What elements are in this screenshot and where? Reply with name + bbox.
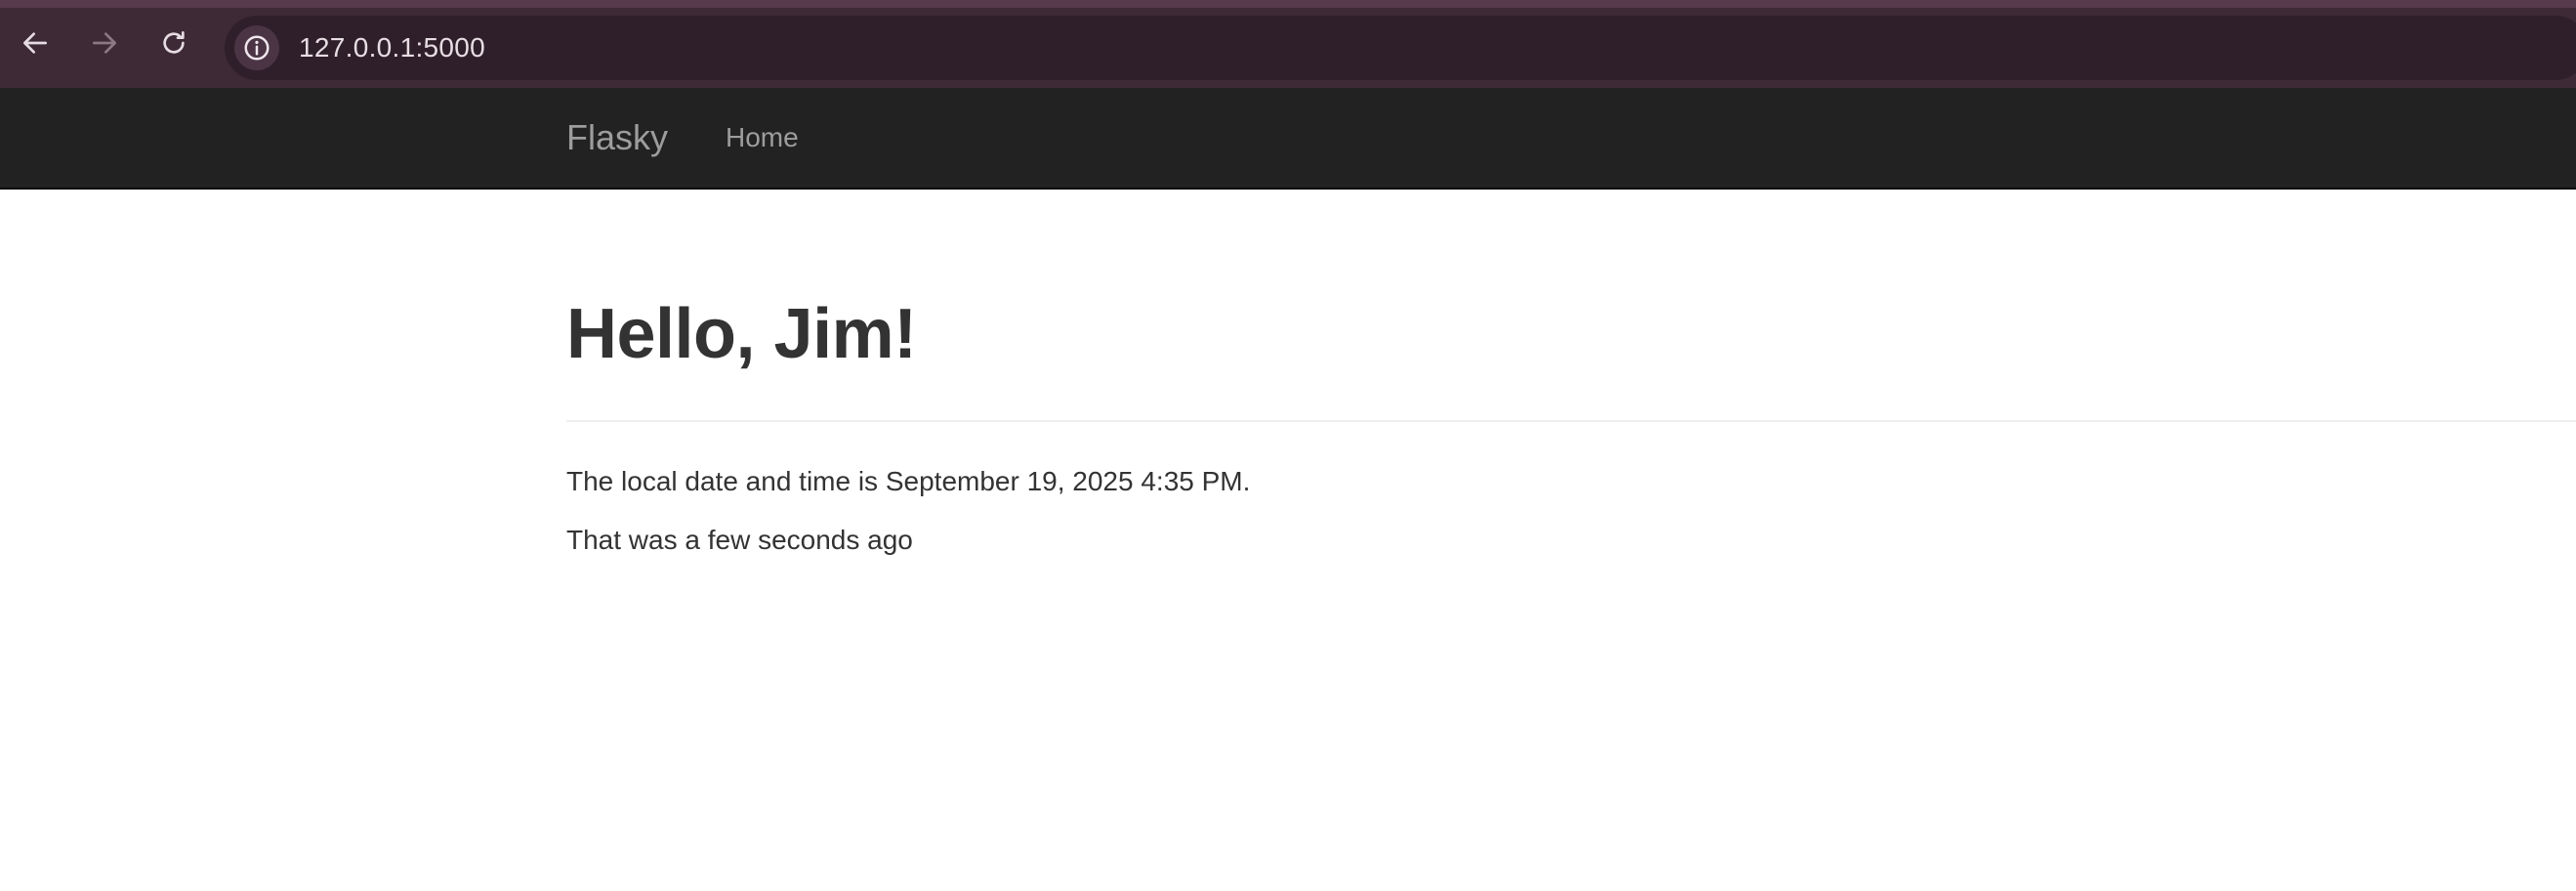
relative-time-text: That was a few seconds ago <box>566 525 913 555</box>
site-navbar: Flasky Home <box>0 88 2576 190</box>
arrow-right-icon <box>93 32 116 54</box>
browser-toolbar: 127.0.0.1:5000 <box>0 0 2576 96</box>
reload-icon <box>163 31 185 54</box>
site-info-button[interactable] <box>234 25 279 70</box>
page-title: Hello, Jim! <box>566 295 917 373</box>
arrow-left-icon <box>23 32 47 54</box>
reload-button[interactable] <box>152 21 195 64</box>
nav-link-home[interactable]: Home <box>726 121 799 154</box>
info-icon <box>244 35 270 61</box>
forward-button[interactable] <box>83 21 126 64</box>
page-header: Hello, Jim! <box>566 293 2576 422</box>
url-text[interactable]: 127.0.0.1:5000 <box>299 31 485 64</box>
back-button[interactable] <box>14 21 57 64</box>
address-bar[interactable]: 127.0.0.1:5000 <box>225 16 2576 80</box>
local-datetime-text: The local date and time is September 19,… <box>566 466 1251 496</box>
navbar-brand[interactable]: Flasky <box>566 117 668 158</box>
